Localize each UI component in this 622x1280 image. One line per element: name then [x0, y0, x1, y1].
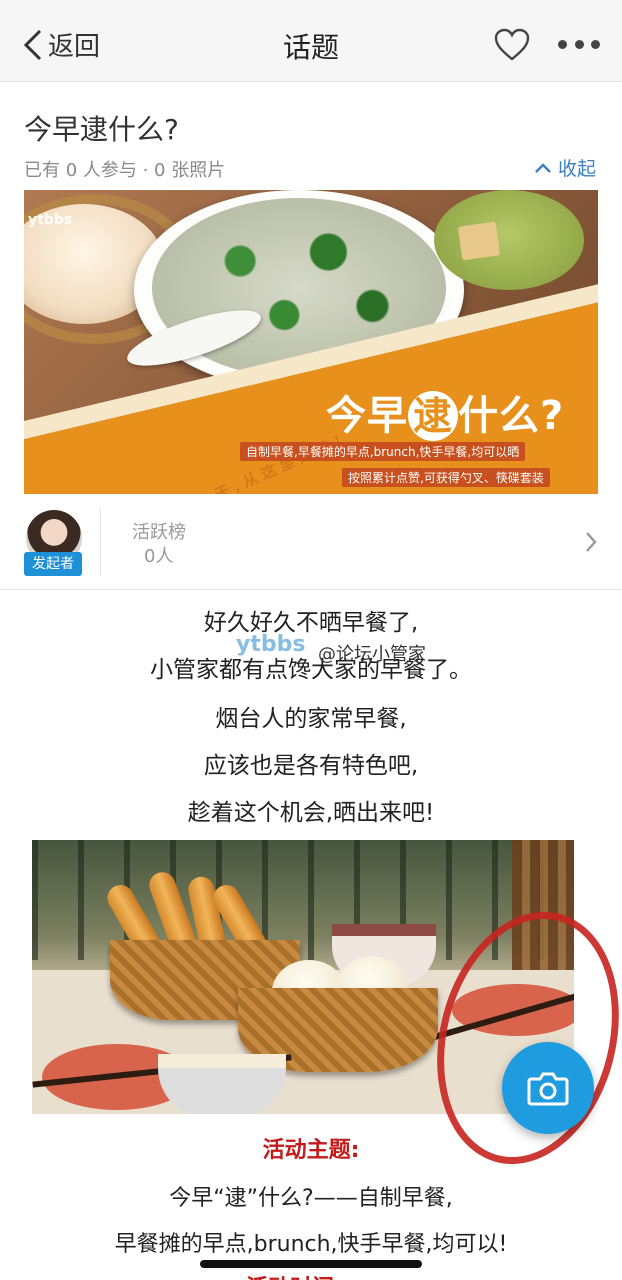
home-indicator[interactable] — [200, 1260, 422, 1268]
activity-ranking-label[interactable]: 活跃榜 — [132, 518, 186, 544]
post-line: 小管家都有点馋大家的早餐了。 — [150, 657, 472, 683]
banner-rules-line: 自制早餐,早餐摊的早点,brunch,快手早餐,均可以晒 — [240, 442, 526, 461]
initiator-row: 发起者 活跃榜 0人 — [0, 494, 622, 590]
activity-time-heading: 活动时间: — [246, 1270, 343, 1280]
watermark-logo: ytbbs — [236, 632, 306, 657]
post-body: 好久好久不晒早餐了, 小管家都有点馋大家的早餐了。 烟台人的家常早餐, 应该也是… — [0, 600, 622, 837]
dot — [558, 40, 567, 49]
post-line: 烟台人的家常早餐, — [215, 706, 407, 732]
collapse-label: 收起 — [557, 158, 596, 180]
activity-ranking-count: 0人 — [144, 546, 174, 567]
activity-heading: 活动主题: — [262, 1138, 360, 1163]
camera-button[interactable] — [502, 1042, 594, 1134]
soy-milk-bowl — [158, 1054, 286, 1114]
post-line: 好久好久不晒早餐了, — [203, 610, 419, 636]
more-options-icon[interactable] — [558, 40, 600, 52]
chevron-up-icon — [535, 162, 551, 173]
initiator-badge: 发起者 — [24, 552, 82, 576]
watermark-username: @论坛小管家 — [318, 644, 426, 665]
activity-description: 今早“逮”什么?——自制早餐, 早餐摊的早点,brunch,快手早餐,均可以! — [0, 1176, 622, 1268]
topic-banner-image[interactable]: ytbbs 烟台人的一天,从这里开始! 今早逮什么? 自制早餐,早餐摊的早点,b… — [24, 190, 598, 494]
heart-icon[interactable] — [494, 28, 530, 62]
banner-headline-pre: 今早 — [326, 393, 408, 439]
post-line: 趁着这个机会,晒出来吧! — [187, 800, 435, 826]
banner-logo: ytbbs — [28, 212, 73, 228]
banner-headline-post: 什么? — [458, 393, 565, 439]
topic-title: 今早逮什么? — [24, 113, 179, 146]
banner-headline: 今早逮什么? — [326, 383, 564, 441]
post-line: 应该也是各有特色吧, — [203, 753, 419, 779]
activity-line: 今早“逮”什么?——自制早餐, — [169, 1186, 453, 1211]
banner-headline-highlight: 逮 — [408, 391, 458, 441]
divider — [100, 508, 101, 576]
topic-participation-meta: 已有 0 人参与 · 0 张照片 — [24, 160, 226, 181]
tofu-piece — [457, 221, 501, 261]
camera-icon — [527, 1072, 569, 1106]
collapse-button[interactable]: 收起 — [534, 154, 596, 181]
green-plate — [434, 190, 584, 290]
banner-prize-line: 按照累计点赞,可获得勺叉、筷碟套装 — [342, 468, 550, 487]
chevron-right-icon[interactable] — [584, 530, 598, 554]
dot — [574, 40, 584, 49]
dot — [591, 40, 600, 49]
navigation-bar: 返回 话题 — [0, 0, 622, 82]
